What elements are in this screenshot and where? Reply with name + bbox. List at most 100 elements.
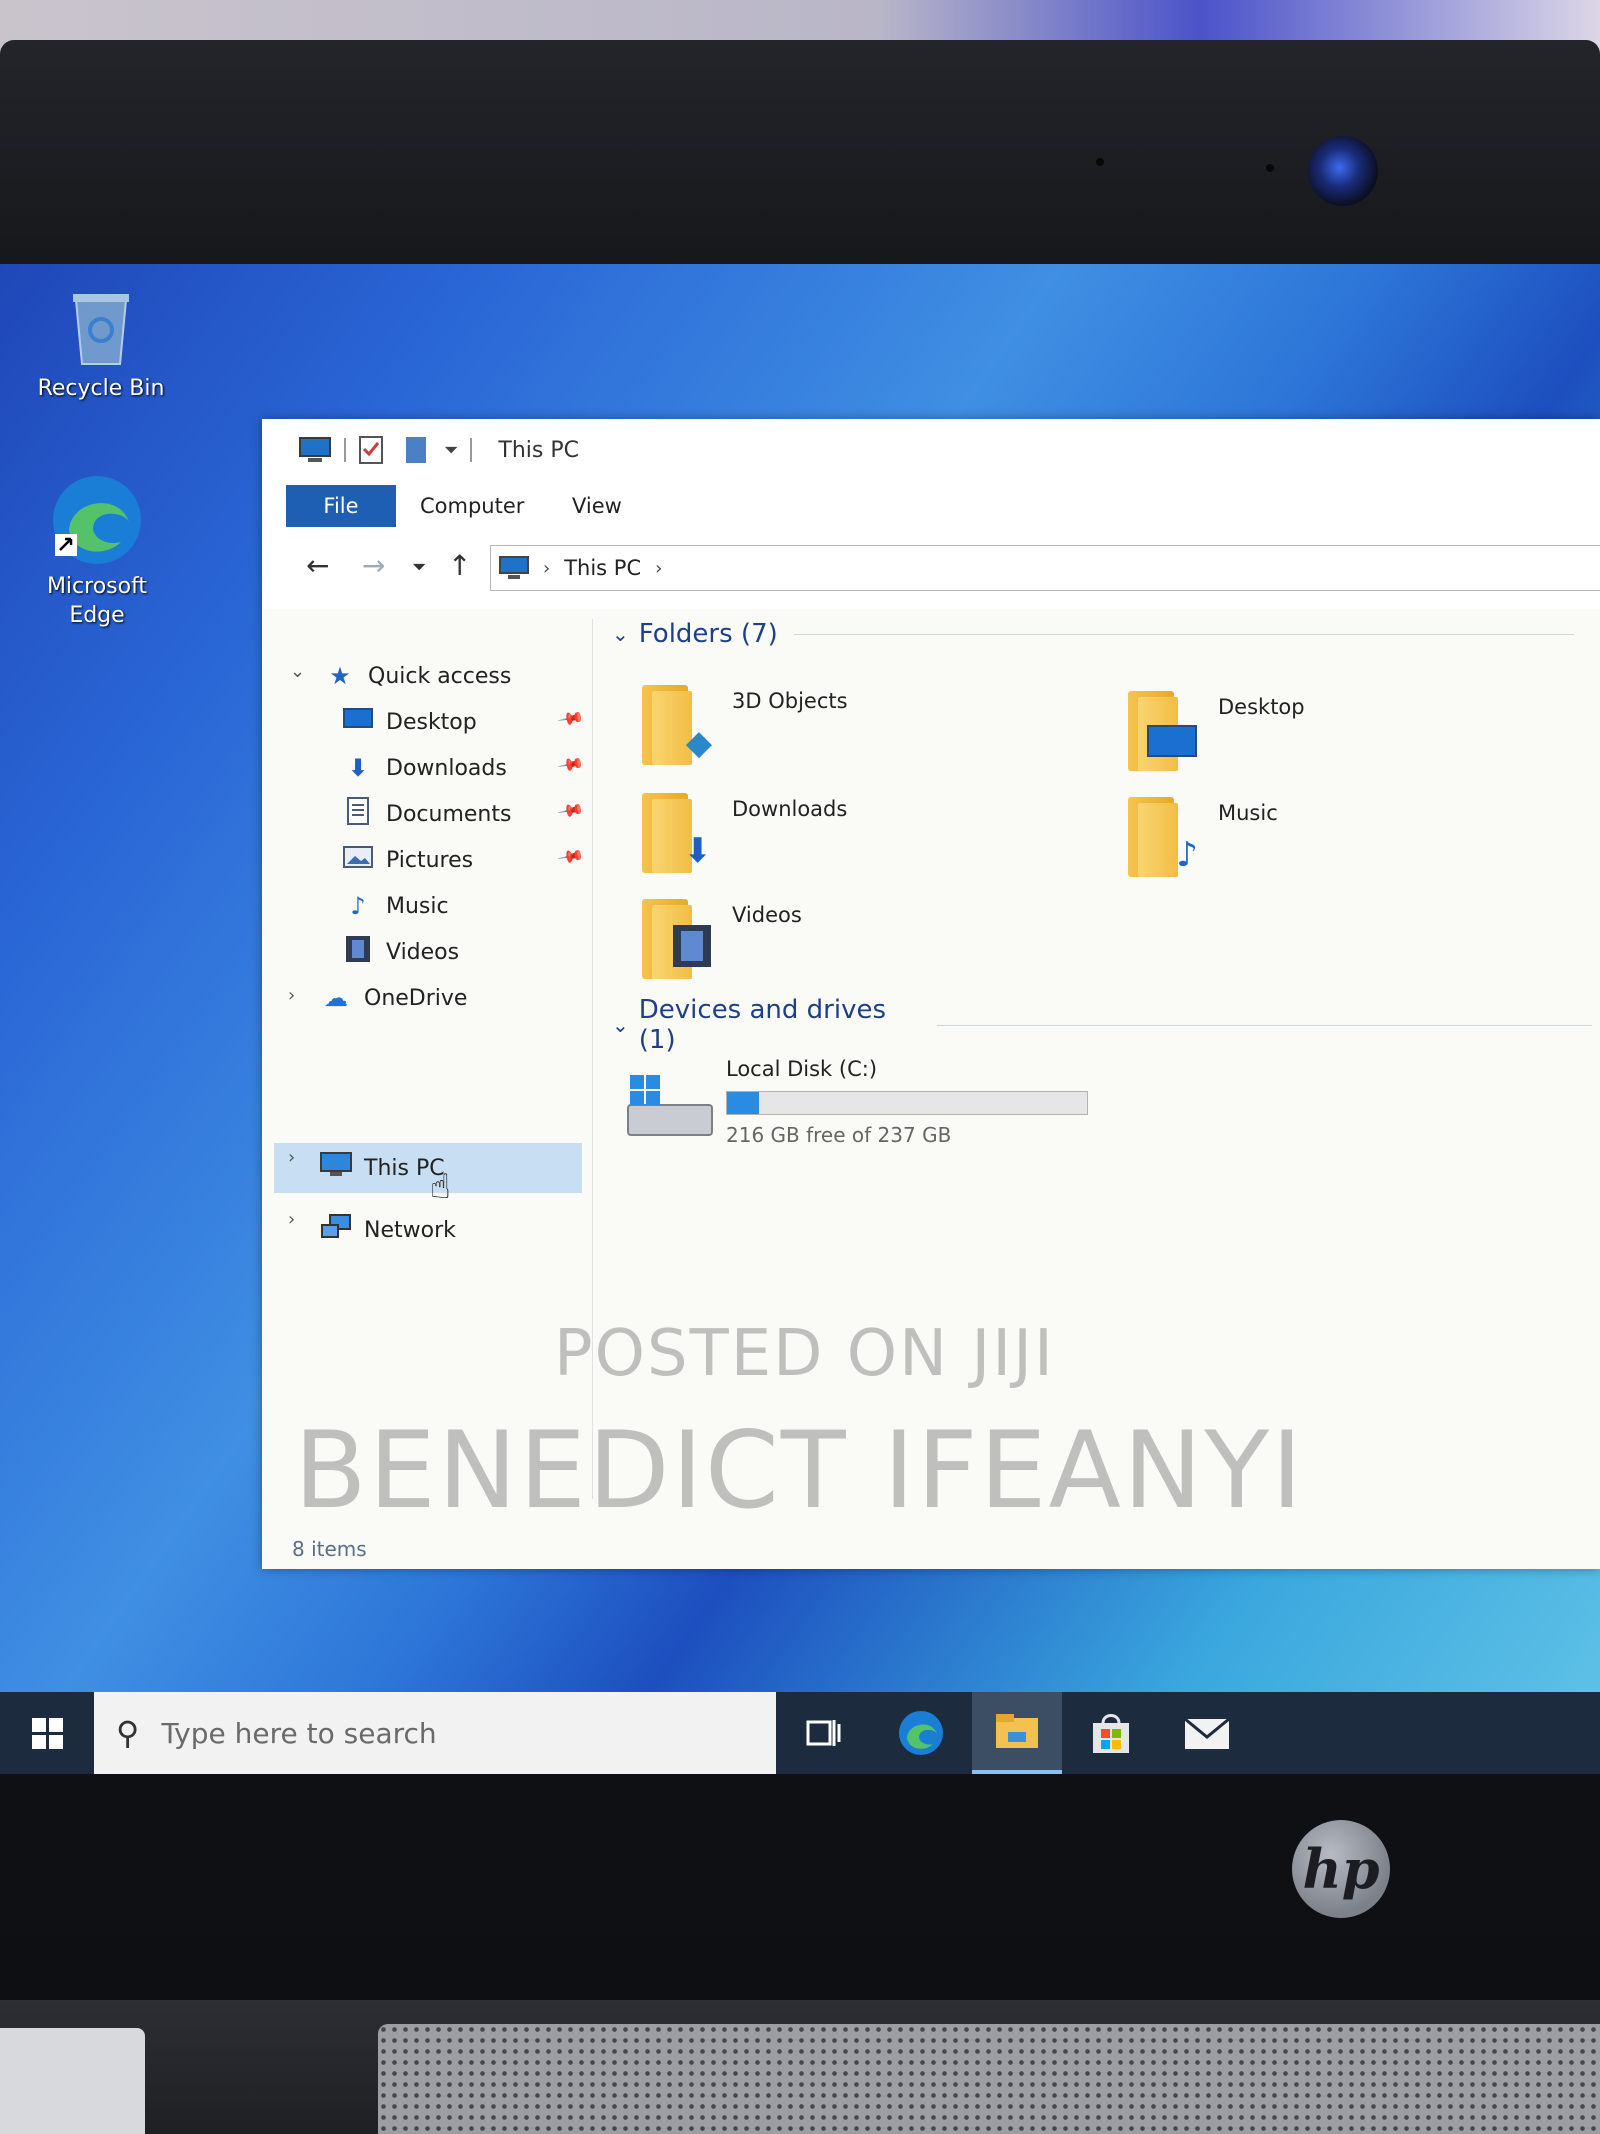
drive-name: Local Disk (C:) bbox=[726, 1057, 878, 1081]
sidebar-item-label: Quick access bbox=[368, 663, 512, 689]
download-arrow-icon: ⬇ bbox=[347, 754, 369, 782]
folders-group-header[interactable]: ⌄ Folders (7) bbox=[612, 619, 1592, 649]
sidebar-item-videos[interactable]: Videos bbox=[342, 931, 459, 973]
breadcrumb-this-pc[interactable]: This PC bbox=[564, 556, 641, 580]
cube-icon: ◆ bbox=[685, 723, 712, 763]
sensor-dot bbox=[1096, 158, 1104, 166]
chevron-down-icon[interactable]: ⌄ bbox=[290, 661, 305, 682]
properties-icon[interactable] bbox=[358, 435, 384, 465]
forward-arrow-icon[interactable]: → bbox=[362, 549, 385, 582]
pin-icon[interactable]: 📌 bbox=[556, 843, 585, 872]
chevron-right-icon[interactable]: › bbox=[288, 1147, 295, 1168]
folder-icon bbox=[1128, 691, 1200, 771]
sidebar-item-quick-access[interactable]: ★ Quick access bbox=[324, 655, 511, 697]
devices-group-header[interactable]: ⌄ Devices and drives (1) bbox=[612, 995, 1592, 1055]
windows-logo-icon bbox=[31, 1717, 63, 1749]
taskbar: ⚲ Type here to search bbox=[0, 1692, 1600, 1774]
folder-3d-objects[interactable]: ◆ 3D Objects bbox=[642, 685, 848, 765]
sidebar-item-label: Downloads bbox=[386, 755, 507, 781]
hand-cursor-icon: ☝ bbox=[430, 1167, 451, 1207]
folder-label: Desktop bbox=[1218, 695, 1305, 719]
chevron-right-icon[interactable]: › bbox=[288, 985, 295, 1006]
hard-drive-icon bbox=[627, 1075, 713, 1136]
music-note-icon: ♪ bbox=[350, 892, 366, 920]
watermark-text: POSTED ON JIJI bbox=[554, 1317, 1055, 1391]
folder-music[interactable]: ♪ Music bbox=[1128, 797, 1278, 877]
sidebar-item-downloads[interactable]: ⬇ Downloads bbox=[342, 747, 507, 789]
drive-usage-fill bbox=[727, 1092, 760, 1114]
tab-view[interactable]: View bbox=[550, 485, 644, 527]
file-explorer-icon[interactable] bbox=[972, 1692, 1062, 1774]
drive-local-disk-c[interactable]: Local Disk (C:) 216 GB free of 237 GB bbox=[626, 1057, 1426, 1157]
film-icon bbox=[342, 935, 374, 969]
desktop-icon-recycle-bin[interactable]: Recycle Bin bbox=[26, 286, 176, 403]
sidebar-item-label: Videos bbox=[386, 939, 460, 965]
drive-usage-bar bbox=[726, 1091, 1088, 1115]
up-arrow-icon[interactable]: ↑ bbox=[448, 549, 471, 582]
new-folder-icon[interactable] bbox=[404, 435, 428, 465]
folder-icon: ⬇ bbox=[642, 793, 714, 873]
tab-computer[interactable]: Computer bbox=[398, 485, 546, 527]
desktop-icon-label: Microsoft Edge bbox=[46, 574, 148, 628]
chevron-down-icon[interactable]: ⏷ bbox=[444, 440, 458, 461]
divider bbox=[793, 633, 1574, 635]
divider bbox=[936, 1024, 1592, 1026]
sidebar-item-label: Pictures bbox=[386, 847, 474, 873]
start-button[interactable] bbox=[0, 1692, 94, 1774]
chevron-down-icon[interactable]: ⌄ bbox=[612, 1013, 629, 1037]
group-title: Folders (7) bbox=[638, 619, 778, 649]
task-view-icon[interactable] bbox=[778, 1692, 868, 1774]
chevron-right-icon[interactable]: › bbox=[288, 1209, 295, 1230]
sidebar-item-documents[interactable]: Documents bbox=[342, 793, 511, 835]
sensor-dot bbox=[1266, 164, 1274, 172]
film-icon bbox=[672, 924, 712, 977]
recycle-bin-icon bbox=[73, 294, 129, 365]
sidebar-item-music[interactable]: ♪ Music bbox=[342, 885, 448, 927]
sidebar-item-onedrive[interactable]: ☁ OneDrive bbox=[320, 977, 467, 1019]
pin-icon[interactable]: 📌 bbox=[556, 797, 585, 826]
hp-logo: hp bbox=[1292, 1820, 1390, 1918]
folder-label: Music bbox=[1218, 801, 1278, 825]
folder-label: Downloads bbox=[732, 797, 848, 821]
computer-icon bbox=[499, 556, 529, 579]
mail-icon[interactable] bbox=[1162, 1692, 1252, 1774]
chevron-down-icon[interactable]: ⌄ bbox=[612, 622, 629, 646]
pin-icon[interactable]: 📌 bbox=[556, 705, 585, 734]
drive-free-space: 216 GB free of 237 GB bbox=[726, 1123, 952, 1147]
status-bar-item-count: 8 items bbox=[292, 1537, 367, 1561]
edge-icon bbox=[53, 476, 141, 564]
address-bar[interactable]: › This PC › bbox=[490, 545, 1600, 591]
folder-desktop[interactable]: Desktop bbox=[1128, 691, 1305, 771]
sidebar-item-desktop[interactable]: Desktop bbox=[342, 701, 477, 743]
webcam bbox=[1308, 136, 1378, 206]
music-note-icon: ♪ bbox=[1176, 835, 1198, 875]
sidebar-item-label: Network bbox=[364, 1217, 456, 1243]
group-title: Devices and drives (1) bbox=[638, 995, 887, 1055]
pin-icon[interactable]: 📌 bbox=[556, 751, 585, 780]
divider bbox=[344, 438, 346, 462]
sidebar-item-network[interactable]: Network bbox=[320, 1209, 456, 1251]
star-icon: ★ bbox=[329, 662, 351, 690]
desktop-icon bbox=[1146, 722, 1198, 769]
computer-icon bbox=[320, 1152, 352, 1184]
cloud-icon: ☁ bbox=[324, 984, 348, 1012]
back-arrow-icon[interactable]: ← bbox=[306, 549, 329, 582]
breadcrumb-chevron-icon[interactable]: › bbox=[655, 558, 662, 579]
window-title: This PC bbox=[498, 437, 579, 463]
folder-videos[interactable]: Videos bbox=[642, 899, 802, 979]
store-icon[interactable] bbox=[1066, 1692, 1156, 1774]
recent-locations-chevron-icon[interactable]: ⏷ bbox=[412, 557, 426, 578]
folder-label: Videos bbox=[732, 903, 802, 927]
speaker-grille bbox=[378, 2024, 1600, 2134]
breadcrumb-chevron-icon[interactable]: › bbox=[543, 558, 550, 579]
taskbar-search-box[interactable]: ⚲ Type here to search bbox=[94, 1692, 776, 1774]
sidebar-item-pictures[interactable]: Pictures bbox=[342, 839, 473, 881]
desktop-icon-edge[interactable]: Microsoft Edge bbox=[22, 472, 172, 630]
desktop-icon-label: Recycle Bin bbox=[37, 376, 165, 401]
pictures-icon bbox=[342, 845, 374, 875]
edge-icon[interactable] bbox=[876, 1692, 966, 1774]
folder-downloads[interactable]: ⬇ Downloads bbox=[642, 793, 847, 873]
tab-file[interactable]: File bbox=[286, 485, 396, 527]
sidebar-item-this-pc[interactable]: This PC bbox=[320, 1147, 445, 1189]
title-bar: ⏷ This PC bbox=[262, 419, 1600, 481]
